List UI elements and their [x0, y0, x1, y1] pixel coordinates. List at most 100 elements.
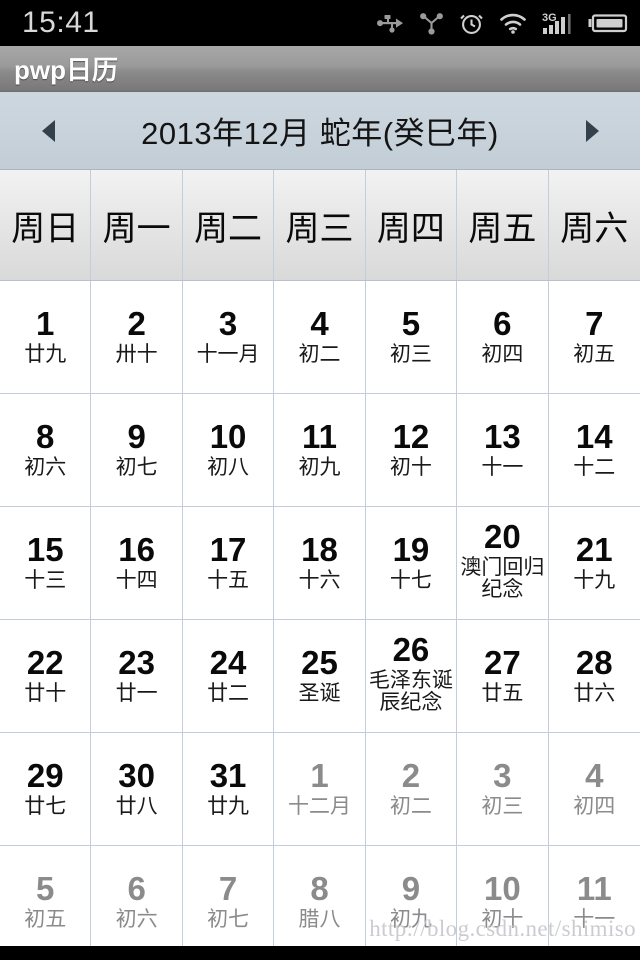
day-cell[interactable]: 12 初十 — [365, 394, 458, 507]
day-number: 19 — [392, 531, 430, 569]
day-cell[interactable]: 7 初七 — [182, 846, 275, 959]
day-cell[interactable]: 2 初二 — [365, 733, 458, 846]
weekday-header-1: 周一 — [91, 170, 183, 280]
day-cell[interactable]: 4 初四 — [548, 733, 640, 846]
day-number: 2 — [401, 757, 421, 795]
chevron-right-icon — [585, 119, 599, 142]
day-cell[interactable]: 7 初五 — [548, 281, 640, 394]
day-cell[interactable]: 4 初二 — [274, 281, 366, 394]
day-cell[interactable]: 9 初九 — [365, 846, 458, 959]
day-cell[interactable]: 20 澳门回归纪念 — [457, 507, 549, 620]
prev-month-button[interactable] — [22, 105, 74, 157]
day-number: 3 — [218, 305, 238, 343]
day-lunar-label: 十三 — [24, 568, 67, 592]
day-lunar-label: 初五 — [573, 342, 616, 366]
weekday-header-row: 周日 周一 周二 周三 周四 周五 周六 — [0, 170, 640, 281]
day-cell[interactable]: 8 腊八 — [274, 846, 366, 959]
day-lunar-label: 初九 — [298, 455, 341, 479]
day-number: 18 — [301, 531, 338, 569]
next-month-button[interactable] — [566, 105, 618, 157]
day-cell[interactable]: 2 卅十 — [91, 281, 183, 394]
day-number: 23 — [118, 644, 155, 682]
weekday-header-0: 周日 — [0, 170, 92, 280]
day-cell[interactable]: 6 初六 — [91, 846, 183, 959]
share-icon — [420, 13, 443, 35]
day-lunar-label: 廿七 — [24, 794, 67, 818]
day-lunar-label: 廿九 — [24, 342, 67, 366]
day-number: 10 — [209, 418, 247, 456]
day-festival-label: 澳门回归纪念 — [460, 555, 545, 602]
day-lunar-label: 廿二 — [207, 681, 250, 705]
day-number: 12 — [392, 418, 430, 456]
day-cell[interactable]: 14 十二 — [548, 394, 640, 507]
day-lunar-label: 十二 — [573, 455, 616, 479]
day-number: 26 — [392, 631, 430, 668]
day-number: 29 — [26, 757, 64, 795]
day-cell[interactable]: 9 初七 — [91, 394, 183, 507]
day-cell[interactable]: 24 廿二 — [182, 620, 275, 733]
weekday-header-2: 周二 — [183, 170, 275, 280]
day-cell[interactable]: 29 廿七 — [0, 733, 92, 846]
day-festival-label: 圣诞 — [298, 681, 341, 705]
day-number: 10 — [483, 870, 521, 908]
day-cell[interactable]: 8 初六 — [0, 394, 92, 507]
day-cell[interactable]: 1 廿九 — [0, 281, 92, 394]
alarm-icon — [460, 14, 483, 34]
app-title-bar: pwp日历 — [0, 46, 640, 92]
month-navigation-bar: 2013年12月 蛇年(癸巳年) — [0, 92, 640, 170]
day-cell[interactable]: 15 十三 — [0, 507, 92, 620]
day-cell[interactable]: 31 廿九 — [182, 733, 275, 846]
day-lunar-label: 初四 — [481, 342, 524, 366]
day-lunar-label: 十五 — [207, 568, 250, 592]
day-cell[interactable]: 5 初三 — [365, 281, 458, 394]
day-cell[interactable]: 26 毛泽东诞辰纪念 — [365, 620, 458, 733]
day-number: 1 — [36, 305, 55, 343]
day-cell[interactable]: 27 廿五 — [457, 620, 549, 733]
month-title[interactable]: 2013年12月 蛇年(癸巳年) — [74, 108, 566, 153]
day-cell[interactable]: 19 十七 — [365, 507, 458, 620]
day-lunar-label: 初六 — [24, 455, 67, 479]
day-cell[interactable]: 10 初十 — [457, 846, 549, 959]
day-lunar-label: 初二 — [389, 794, 432, 818]
day-cell[interactable]: 21 十九 — [548, 507, 640, 620]
day-cell[interactable]: 5 初五 — [0, 846, 92, 959]
day-lunar-label: 初十 — [389, 455, 432, 479]
day-cell[interactable]: 25 圣诞 — [274, 620, 366, 733]
day-cell[interactable]: 11 十一 — [548, 846, 640, 959]
bottom-black-bar — [0, 946, 640, 960]
app-title: pwp日历 — [14, 55, 118, 85]
day-cell[interactable]: 18 十六 — [274, 507, 366, 620]
day-cell[interactable]: 3 十一月 — [182, 281, 275, 394]
day-cell[interactable]: 6 初四 — [457, 281, 549, 394]
day-number: 15 — [26, 531, 64, 569]
day-lunar-label: 廿五 — [481, 681, 524, 705]
wifi-icon — [500, 13, 526, 34]
day-lunar-label: 十七 — [389, 568, 432, 592]
day-cell[interactable]: 3 初三 — [457, 733, 549, 846]
day-lunar-label: 十二月 — [287, 794, 351, 818]
day-lunar-label: 初七 — [207, 907, 250, 931]
day-cell[interactable]: 22 廿十 — [0, 620, 92, 733]
day-number: 27 — [483, 644, 521, 682]
day-number: 14 — [575, 418, 613, 456]
day-number: 20 — [483, 518, 521, 555]
day-number: 5 — [401, 305, 421, 343]
day-cell[interactable]: 10 初八 — [182, 394, 275, 507]
day-lunar-label: 初七 — [115, 455, 158, 479]
day-cell[interactable]: 16 十四 — [91, 507, 183, 620]
day-cell[interactable]: 13 十一 — [457, 394, 549, 507]
calendar-app: 15:41 3G pwp日历 2013年12月 蛇年(癸巳年) 周日 周一 周二… — [0, 0, 640, 960]
day-number: 13 — [483, 418, 521, 456]
day-cell[interactable]: 11 初九 — [274, 394, 366, 507]
day-cell[interactable]: 23 廿一 — [91, 620, 183, 733]
day-cell[interactable]: 17 十五 — [182, 507, 275, 620]
day-lunar-label: 廿一 — [115, 681, 158, 705]
day-cell[interactable]: 28 廿六 — [548, 620, 640, 733]
day-lunar-label: 廿十 — [24, 681, 67, 705]
day-cell[interactable]: 30 廿八 — [91, 733, 183, 846]
calendar-day-grid: 1 廿九 2 卅十 3 十一月 4 初二 5 初三 6 初四 7 初五 8 初六 9 初七 10 初八 11 初九 12 初十… — [0, 281, 640, 959]
status-clock: 15:41 — [22, 6, 100, 39]
chevron-left-icon — [41, 119, 55, 142]
day-cell[interactable]: 1 十二月 — [274, 733, 366, 846]
weekday-header-6: 周六 — [560, 209, 629, 248]
